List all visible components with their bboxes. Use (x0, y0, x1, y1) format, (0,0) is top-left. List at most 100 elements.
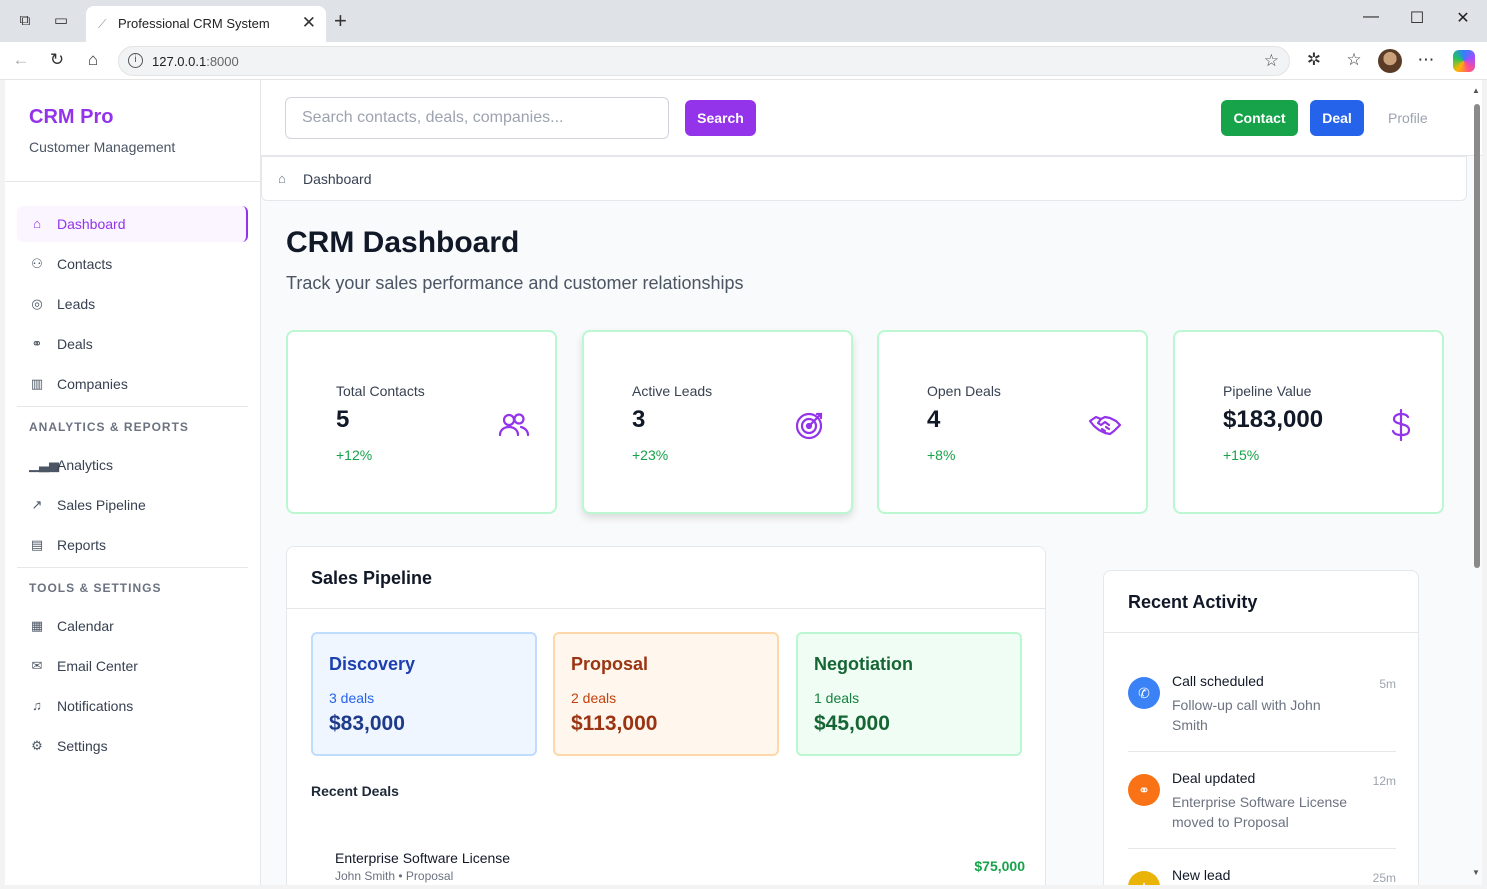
stage-amount: $113,000 (571, 712, 658, 735)
activity-title: Call scheduled (1172, 673, 1264, 689)
divider (5, 181, 260, 182)
sidebar-item-contacts[interactable]: ⚇ Contacts (17, 246, 248, 282)
stat-value: 3 (632, 406, 646, 433)
sidebar-item-calendar[interactable]: ▦ Calendar (17, 608, 248, 644)
more-menu-icon[interactable]: ⋯ (1414, 50, 1438, 70)
tab-actions-icon[interactable]: ▭ (50, 10, 72, 32)
stage-name: Proposal (571, 654, 649, 674)
stage-card-discovery[interactable]: Discovery 3 deals $83,000 (311, 632, 537, 756)
sidebar-item-label: Reports (57, 537, 107, 553)
file-icon: ▤ (30, 537, 44, 552)
sidebar-item-dashboard[interactable]: ⌂ Dashboard (17, 206, 248, 242)
bell-icon: ♫ (32, 698, 42, 713)
page-scrollbar[interactable]: ▲ ▼ (1472, 84, 1482, 885)
scrollbar-thumb[interactable] (1474, 104, 1480, 568)
sidebar-item-label: Notifications (57, 698, 134, 714)
breadcrumb: ⌂ Dashboard (261, 156, 1467, 201)
crm-app: CRM Pro Customer Management ⌂ Dashboard … (5, 80, 1482, 885)
stat-card-active-leads[interactable]: Active Leads 3 +23% (582, 330, 853, 514)
stat-value: 5 (336, 406, 350, 433)
activity-time: 25m (1372, 871, 1396, 885)
sidebar-item-label: Deals (57, 336, 93, 352)
stage-card-proposal[interactable]: Proposal 2 deals $113,000 (553, 632, 779, 756)
stage-count: 1 deals (814, 690, 860, 706)
phone-icon: ✆ (1128, 677, 1160, 709)
sidebar-item-email-center[interactable]: ✉ Email Center (17, 648, 248, 684)
extensions-icon[interactable]: ✲ (1302, 50, 1326, 70)
mail-icon: ✉ (31, 658, 43, 673)
home-icon[interactable]: ⌂ (81, 50, 105, 70)
back-icon[interactable]: ← (9, 50, 33, 70)
sidebar-item-settings[interactable]: ⚙ Settings (17, 728, 248, 764)
sidebar-item-leads[interactable]: ◎ Leads (17, 286, 248, 322)
stat-card-pipeline-value[interactable]: Pipeline Value $183,000 +15% (1173, 330, 1444, 514)
stat-change: +12% (336, 447, 373, 463)
add-deal-button[interactable]: Deal (1310, 100, 1364, 136)
activity-description: Follow-up call with John Smith (1172, 697, 1321, 733)
sidebar-item-notifications[interactable]: ♫ Notifications (17, 688, 248, 724)
browser-avatar[interactable] (1378, 49, 1402, 73)
sidebar-item-label: Email Center (57, 658, 138, 674)
deal-row[interactable]: Enterprise Software License John Smith •… (335, 850, 1025, 885)
maximize-icon[interactable]: ☐ (1402, 8, 1432, 28)
activity-description: Enterprise Software License moved to Pro… (1172, 794, 1348, 830)
minimize-icon[interactable]: — (1356, 8, 1386, 26)
sidebar-item-companies[interactable]: ▥ Companies (17, 366, 248, 402)
sidebar-item-label: Contacts (57, 256, 113, 272)
sidebar-item-label: Leads (57, 296, 96, 312)
sidebar-item-sales-pipeline[interactable]: ↗ Sales Pipeline (17, 487, 248, 523)
breadcrumb-item[interactable]: Dashboard (303, 171, 372, 187)
trending-icon: ↗ (31, 497, 43, 512)
stat-card-total-contacts[interactable]: Total Contacts 5 +12% (286, 330, 557, 514)
copilot-icon[interactable] (1453, 50, 1475, 72)
sidebar-item-deals[interactable]: ⚭ Deals (17, 326, 248, 362)
divider (287, 608, 1045, 609)
reload-icon[interactable]: ↻ (45, 50, 69, 70)
search-input[interactable] (285, 97, 669, 139)
scroll-down-icon[interactable]: ▼ (1472, 868, 1480, 877)
favorite-star-icon[interactable]: ☆ (1264, 51, 1279, 71)
target-icon (795, 412, 823, 440)
section-heading-tools: TOOLS & SETTINGS (29, 581, 162, 595)
address-bar: ← ↻ ⌂ i 127.0.0.1:8000 ☆ ✲ ☆ ⋯ (0, 42, 1487, 80)
gear-icon: ⚙ (31, 738, 43, 753)
users-icon: ⚇ (31, 256, 43, 271)
tab-close-icon[interactable]: ✕ (302, 13, 316, 33)
home-icon[interactable]: ⌂ (278, 171, 286, 186)
deal-meta: John Smith • Proposal (335, 869, 454, 883)
activity-time: 12m (1372, 774, 1396, 788)
stat-label: Open Deals (927, 383, 1001, 399)
favorites-icon[interactable]: ☆ (1342, 50, 1366, 70)
sidebar-item-label: Settings (57, 738, 108, 754)
workspaces-icon[interactable]: ⧉ (14, 10, 36, 32)
brand-subtitle: Customer Management (29, 139, 176, 155)
site-info-icon[interactable]: i (128, 53, 143, 68)
stat-change: +23% (632, 447, 669, 463)
top-bar: Search Contact Deal Profile (261, 80, 1482, 156)
deal-value: $75,000 (974, 858, 1025, 874)
new-tab-icon[interactable]: + (334, 8, 347, 34)
sidebar-item-label: Calendar (57, 618, 114, 634)
panel-title: Sales Pipeline (311, 568, 433, 588)
stage-card-negotiation[interactable]: Negotiation 1 deals $45,000 (796, 632, 1022, 756)
handshake-icon: ⚭ (1128, 774, 1160, 806)
browser-tab[interactable]: ⟋ Professional CRM System ✕ (86, 6, 326, 42)
url-text: 127.0.0.1:8000 (152, 54, 239, 69)
stat-card-open-deals[interactable]: Open Deals 4 +8% (877, 330, 1148, 514)
add-contact-button[interactable]: Contact (1221, 100, 1298, 136)
stage-amount: $83,000 (329, 712, 405, 735)
browser-tabstrip: ⧉ ▭ ⟋ Professional CRM System ✕ + — ☐ ✕ (0, 0, 1487, 42)
sidebar-item-reports[interactable]: ▤ Reports (17, 527, 248, 563)
bar-chart-icon: ▁▃▅ (29, 457, 59, 472)
stage-amount: $45,000 (814, 712, 890, 735)
window-close-icon[interactable]: ✕ (1448, 8, 1478, 28)
sidebar-item-label: Companies (57, 376, 128, 392)
url-field[interactable]: i 127.0.0.1:8000 ☆ (118, 46, 1290, 76)
search-button[interactable]: Search (685, 100, 756, 136)
sidebar: CRM Pro Customer Management ⌂ Dashboard … (5, 80, 261, 885)
scroll-up-icon[interactable]: ▲ (1472, 86, 1480, 95)
sidebar-item-analytics[interactable]: ▁▃▅ Analytics (17, 447, 248, 483)
brand-logo[interactable]: CRM Pro (29, 106, 113, 129)
stat-label: Pipeline Value (1223, 383, 1312, 399)
profile-link[interactable]: Profile (1388, 110, 1428, 126)
